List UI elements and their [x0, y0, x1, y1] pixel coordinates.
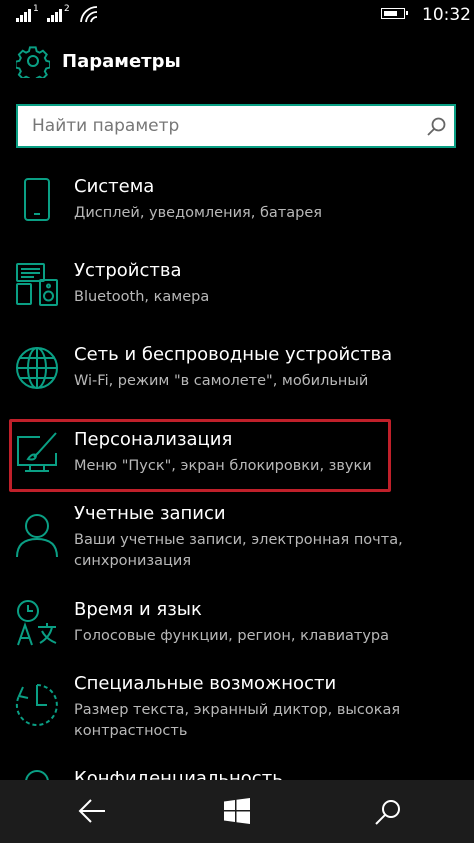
settings-item-description: Размер текста, экранный диктор, высокая … [74, 702, 401, 739]
search-box[interactable] [16, 104, 456, 148]
status-bar: 1 2 10:32 [0, 0, 474, 30]
settings-item-name: Сеть и беспроводные устройства [74, 344, 393, 365]
settings-item-name: Специальные возможности [74, 673, 337, 694]
settings-item-description: Дисплей, уведомления, батарея [74, 205, 322, 221]
wifi-icon [80, 6, 98, 23]
settings-item-name: Время и язык [74, 599, 202, 620]
globe-icon [16, 347, 58, 389]
settings-item-description: Ваши учетные записи, электронная почта, … [74, 532, 403, 569]
settings-item-ease-of-access[interactable]: Специальные возможности Размер текста, э… [0, 673, 474, 753]
person-icon [16, 514, 58, 558]
settings-item-devices[interactable]: Устройства Bluetooth, камера [0, 260, 474, 320]
settings-item-network[interactable]: Сеть и беспроводные устройства Wi-Fi, ре… [0, 344, 474, 404]
settings-item-name: Система [74, 176, 155, 197]
settings-item-name: Устройства [74, 260, 182, 281]
ease-of-access-icon [15, 684, 58, 726]
time-language-icon [17, 600, 57, 646]
search-icon[interactable] [426, 115, 448, 137]
settings-item-time-language[interactable]: Время и язык Голосовые функции, регион, … [0, 599, 474, 659]
settings-item-accounts[interactable]: Учетные записи Ваши учетные записи, элек… [0, 503, 474, 583]
signal-strength-icon: 1 [16, 4, 39, 22]
sim2-label: 2 [64, 4, 70, 14]
gear-icon [16, 46, 50, 78]
back-arrow-icon[interactable] [77, 798, 107, 824]
phone-icon [24, 178, 50, 221]
search-input[interactable] [18, 106, 418, 146]
battery-icon [381, 8, 408, 19]
windows-logo-icon[interactable] [224, 798, 250, 824]
settings-item-system[interactable]: Система Дисплей, уведомления, батарея [0, 176, 474, 236]
settings-item-description: Wi-Fi, режим "в самолете", мобильный [74, 373, 369, 389]
signal-strength-icon: 2 [47, 4, 70, 22]
settings-item-name: Учетные записи [74, 503, 226, 524]
navigation-bar [0, 780, 474, 843]
page-title: Параметры [62, 51, 181, 72]
clock: 10:32 [422, 5, 471, 25]
sim1-label: 1 [33, 4, 39, 14]
settings-item-description: Голосовые функции, регион, клавиатура [74, 628, 389, 644]
settings-item-description: Bluetooth, камера [74, 289, 210, 305]
search-icon[interactable] [374, 798, 402, 826]
devices-icon [16, 263, 58, 306]
selection-highlight [9, 419, 391, 492]
